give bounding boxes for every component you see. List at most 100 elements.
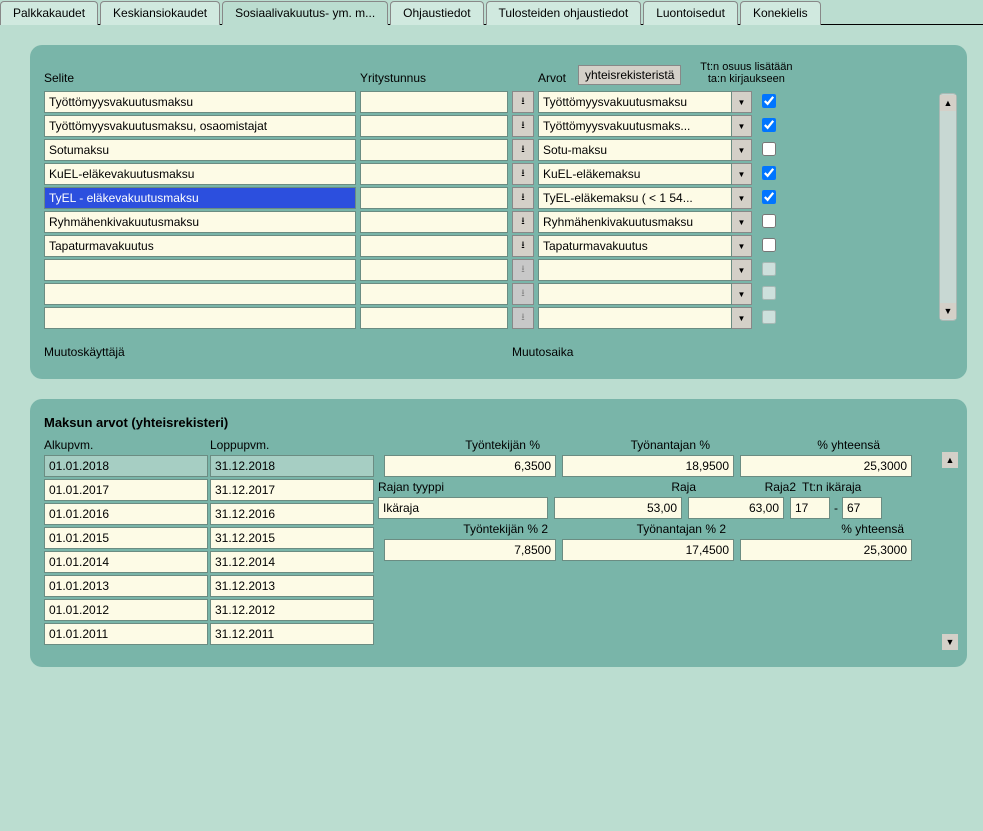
yritystunnus-field[interactable]: [360, 307, 508, 329]
yhteensa-pct2-field[interactable]: 25,3000: [740, 539, 912, 561]
upper-scrollbar[interactable]: ▲ ▼: [939, 93, 957, 321]
tab-ohjaustiedot[interactable]: Ohjaustiedot: [390, 1, 483, 25]
arrow-down-icon[interactable]: ⭳: [512, 115, 534, 137]
alkupvm-field[interactable]: 01.01.2017: [44, 479, 208, 501]
tyonantajan-pct2-field[interactable]: 17,4500: [562, 539, 734, 561]
yritystunnus-field[interactable]: [360, 115, 508, 137]
tt-osuus-checkbox[interactable]: [762, 166, 778, 182]
scroll-down-icon[interactable]: ▼: [940, 303, 956, 319]
yritystunnus-field[interactable]: [360, 163, 508, 185]
chevron-down-icon[interactable]: ▼: [732, 139, 752, 161]
loppupvm-field[interactable]: 31.12.2016: [210, 503, 374, 525]
loppupvm-field[interactable]: 31.12.2014: [210, 551, 374, 573]
tab-konekielis[interactable]: Konekielis: [740, 1, 821, 25]
arvo-field[interactable]: [538, 259, 732, 281]
loppupvm-field[interactable]: 31.12.2011: [210, 623, 374, 645]
raja-field[interactable]: 53,00: [554, 497, 682, 519]
selite-field[interactable]: [44, 307, 356, 329]
selite-field[interactable]: Sotumaksu: [44, 139, 356, 161]
alkupvm-field[interactable]: 01.01.2013: [44, 575, 208, 597]
arrow-down-icon[interactable]: ⭳: [512, 139, 534, 161]
date-row[interactable]: 01.01.201631.12.2016: [44, 503, 376, 525]
tt-ikaraja-to-field[interactable]: 67: [842, 497, 882, 519]
date-row[interactable]: 01.01.201531.12.2015: [44, 527, 376, 549]
date-row[interactable]: 01.01.201431.12.2014: [44, 551, 376, 573]
selite-field[interactable]: Työttömyysvakuutusmaksu: [44, 91, 356, 113]
tab-sosiaalivakuutus[interactable]: Sosiaalivakuutus- ym. m...: [222, 1, 388, 25]
tyontekijan-pct-field[interactable]: 6,3500: [384, 455, 556, 477]
chevron-down-icon[interactable]: ▼: [732, 235, 752, 257]
arvo-combo[interactable]: Työttömyysvakuutusmaks...▼: [538, 115, 752, 137]
arvo-field[interactable]: KuEL-eläkemaksu: [538, 163, 732, 185]
alkupvm-field[interactable]: 01.01.2012: [44, 599, 208, 621]
date-row[interactable]: 01.01.201731.12.2017: [44, 479, 376, 501]
tt-ikaraja-from-field[interactable]: 17: [790, 497, 830, 519]
loppupvm-field[interactable]: 31.12.2017: [210, 479, 374, 501]
tt-osuus-checkbox[interactable]: [762, 238, 778, 254]
arvo-combo[interactable]: KuEL-eläkemaksu▼: [538, 163, 752, 185]
yritystunnus-field[interactable]: [360, 259, 508, 281]
arrow-down-icon[interactable]: ⭳: [512, 91, 534, 113]
arrow-down-icon[interactable]: ⭳: [512, 211, 534, 233]
arrow-down-icon[interactable]: ⭳: [512, 235, 534, 257]
alkupvm-field[interactable]: 01.01.2016: [44, 503, 208, 525]
arrow-down-icon[interactable]: ⭳: [512, 163, 534, 185]
date-row[interactable]: 01.01.201231.12.2012: [44, 599, 376, 621]
loppupvm-field[interactable]: 31.12.2018: [210, 455, 374, 477]
arvo-field[interactable]: [538, 283, 732, 305]
yritystunnus-field[interactable]: [360, 283, 508, 305]
tt-osuus-checkbox[interactable]: [762, 214, 778, 230]
chevron-down-icon[interactable]: ▼: [732, 115, 752, 137]
rajan-tyyppi-field[interactable]: Ikäraja: [378, 497, 548, 519]
chevron-down-icon[interactable]: ▼: [732, 187, 752, 209]
tt-osuus-checkbox[interactable]: [762, 142, 778, 158]
loppupvm-field[interactable]: 31.12.2013: [210, 575, 374, 597]
tyonantajan-pct-field[interactable]: 18,9500: [562, 455, 734, 477]
chevron-down-icon[interactable]: ▼: [732, 283, 752, 305]
arvo-combo[interactable]: ▼: [538, 283, 752, 305]
arvo-combo[interactable]: TyEL-eläkemaksu ( < 1 54...▼: [538, 187, 752, 209]
loppupvm-field[interactable]: 31.12.2015: [210, 527, 374, 549]
tt-osuus-checkbox[interactable]: [762, 118, 778, 134]
selite-field[interactable]: Tapaturmavakuutus: [44, 235, 356, 257]
chevron-down-icon[interactable]: ▼: [732, 91, 752, 113]
chevron-down-icon[interactable]: ▼: [732, 211, 752, 233]
alkupvm-field[interactable]: 01.01.2018: [44, 455, 208, 477]
yritystunnus-field[interactable]: [360, 211, 508, 233]
chevron-down-icon[interactable]: ▼: [732, 163, 752, 185]
arvo-combo[interactable]: Sotu-maksu▼: [538, 139, 752, 161]
selite-field[interactable]: TyEL - eläkevakuutusmaksu: [44, 187, 356, 209]
arvo-combo[interactable]: ▼: [538, 259, 752, 281]
arvo-field[interactable]: Työttömyysvakuutusmaks...: [538, 115, 732, 137]
tab-luontoisedut[interactable]: Luontoisedut: [643, 1, 738, 25]
alkupvm-field[interactable]: 01.01.2014: [44, 551, 208, 573]
tab-tulosteiden[interactable]: Tulosteiden ohjaustiedot: [486, 1, 642, 25]
selite-field[interactable]: Työttömyysvakuutusmaksu, osaomistajat: [44, 115, 356, 137]
selite-field[interactable]: [44, 283, 356, 305]
tab-keskiansiokaudet[interactable]: Keskiansiokaudet: [100, 1, 220, 25]
scroll-up-icon[interactable]: ▲: [940, 95, 956, 111]
lower-scrollbar[interactable]: ▲ ▼: [941, 451, 959, 651]
raja2-field[interactable]: 63,00: [688, 497, 784, 519]
scroll-down-icon[interactable]: ▼: [942, 634, 958, 650]
selite-field[interactable]: Ryhmähenkivakuutusmaksu: [44, 211, 356, 233]
scroll-up-icon[interactable]: ▲: [942, 452, 958, 468]
tab-palkkakaudet[interactable]: Palkkakaudet: [0, 1, 98, 25]
yritystunnus-field[interactable]: [360, 187, 508, 209]
arvo-combo[interactable]: ▼: [538, 307, 752, 329]
arvo-field[interactable]: TyEL-eläkemaksu ( < 1 54...: [538, 187, 732, 209]
yritystunnus-field[interactable]: [360, 139, 508, 161]
yritystunnus-field[interactable]: [360, 91, 508, 113]
chevron-down-icon[interactable]: ▼: [732, 259, 752, 281]
selite-field[interactable]: KuEL-eläkevakuutusmaksu: [44, 163, 356, 185]
chevron-down-icon[interactable]: ▼: [732, 307, 752, 329]
alkupvm-field[interactable]: 01.01.2015: [44, 527, 208, 549]
arrow-down-icon[interactable]: ⭳: [512, 187, 534, 209]
date-row[interactable]: 01.01.201131.12.2011: [44, 623, 376, 645]
arvo-field[interactable]: Ryhmähenkivakuutusmaksu: [538, 211, 732, 233]
selite-field[interactable]: [44, 259, 356, 281]
alkupvm-field[interactable]: 01.01.2011: [44, 623, 208, 645]
yritystunnus-field[interactable]: [360, 235, 508, 257]
tyontekijan-pct2-field[interactable]: 7,8500: [384, 539, 556, 561]
arvo-field[interactable]: Sotu-maksu: [538, 139, 732, 161]
